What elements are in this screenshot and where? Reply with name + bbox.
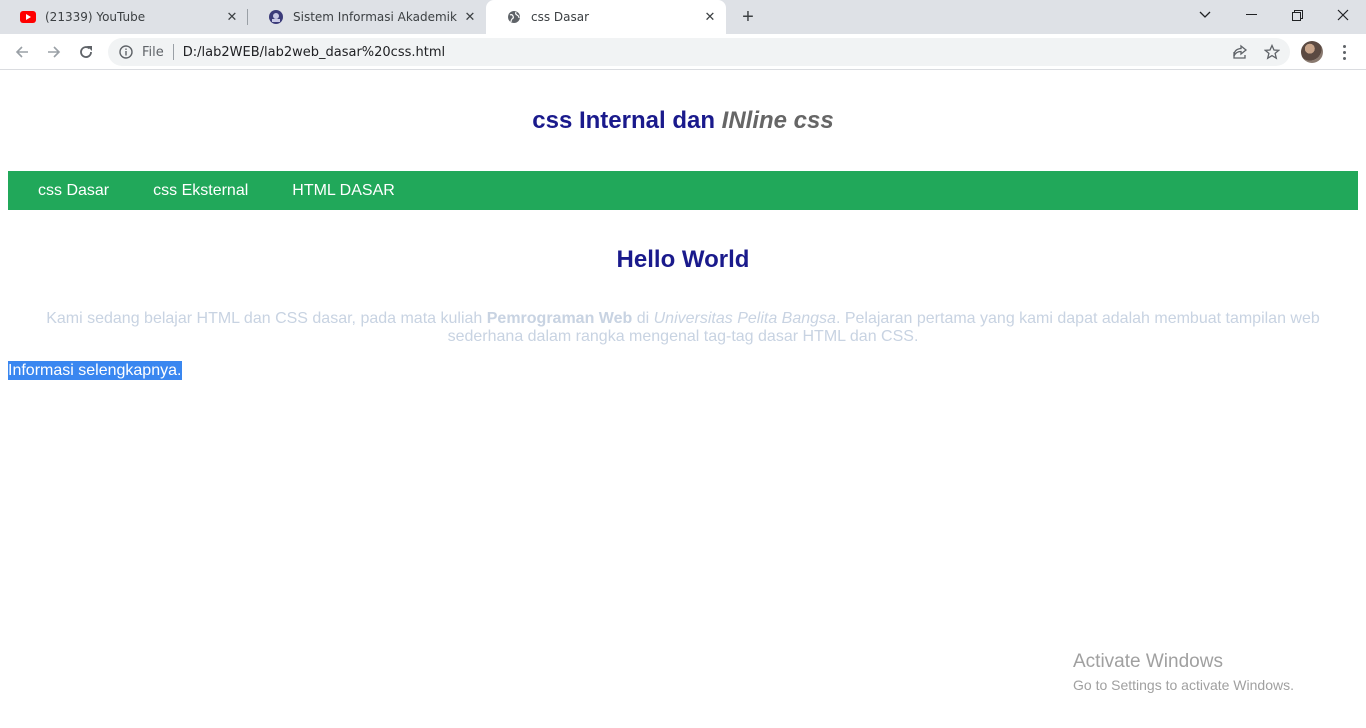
hello-heading: Hello World	[616, 246, 750, 273]
tab-css-dasar[interactable]: css Dasar ✕	[486, 0, 726, 34]
forward-button[interactable]	[40, 38, 68, 66]
page-title-main: css Internal dan	[532, 107, 715, 134]
url-scheme: File	[142, 44, 164, 60]
nav-link-css-eksternal[interactable]: css Eksternal	[153, 182, 248, 200]
tab-youtube[interactable]: (21339) YouTube ✕	[0, 0, 248, 34]
tab-title: Sistem Informasi Akademik	[293, 10, 457, 24]
paragraph-bold: Pemrograman Web	[486, 310, 633, 327]
close-tab-icon[interactable]: ✕	[224, 9, 240, 25]
reload-button[interactable]	[72, 38, 100, 66]
watermark-subtitle: Go to Settings to activate Windows.	[1073, 677, 1294, 693]
paragraph-text-2: di	[632, 310, 654, 327]
globe-icon	[506, 9, 522, 25]
more-info-link[interactable]: Informasi selengkapnya.	[8, 361, 183, 380]
bookmark-star-icon[interactable]	[1258, 38, 1286, 66]
restore-button[interactable]	[1274, 0, 1320, 30]
page-content: css Internal dan INline css css Dasar cs…	[0, 71, 1366, 728]
site-navbar: css Dasar css Eksternal HTML DASAR	[8, 171, 1358, 210]
minimize-button[interactable]	[1228, 0, 1274, 30]
paragraph-italic: Universitas Pelita Bangsa	[653, 310, 836, 327]
tab-siakad[interactable]: Sistem Informasi Akademik ✕	[248, 0, 486, 34]
tab-title: (21339) YouTube	[45, 10, 146, 24]
tab-title: css Dasar	[531, 10, 590, 24]
url-text[interactable]: D:/lab2WEB/lab2web_dasar%20css.html	[183, 45, 445, 60]
tab-strip: (21339) YouTube ✕ Sistem Informasi Akade…	[0, 0, 1366, 34]
info-icon[interactable]	[118, 44, 134, 60]
close-window-button[interactable]	[1320, 0, 1366, 30]
paragraph-text-1: Kami sedang belajar HTML dan CSS dasar, …	[46, 310, 487, 327]
browser-toolbar: File D:/lab2WEB/lab2web_dasar%20css.html	[0, 34, 1366, 70]
address-bar[interactable]: File D:/lab2WEB/lab2web_dasar%20css.html	[108, 38, 1290, 66]
address-divider	[172, 44, 174, 60]
page-title-italic: INline css	[721, 107, 834, 134]
close-tab-icon[interactable]: ✕	[702, 9, 718, 25]
more-menu-icon[interactable]	[1334, 40, 1354, 64]
intro-paragraph: Kami sedang belajar HTML dan CSS dasar, …	[30, 310, 1336, 346]
youtube-icon	[20, 9, 36, 25]
page-title: css Internal dan INline css	[0, 107, 1366, 135]
nav-link-html-dasar[interactable]: HTML DASAR	[292, 182, 395, 200]
close-tab-icon[interactable]: ✕	[462, 9, 478, 25]
windows-activation-watermark: Activate Windows Go to Settings to activ…	[1073, 651, 1294, 693]
new-tab-button[interactable]: +	[736, 6, 760, 28]
tab-search-icon[interactable]	[1182, 0, 1228, 30]
profile-avatar[interactable]	[1301, 41, 1323, 63]
university-icon	[268, 9, 284, 25]
watermark-title: Activate Windows	[1073, 651, 1223, 672]
nav-link-css-dasar[interactable]: css Dasar	[38, 182, 109, 200]
share-icon[interactable]	[1226, 38, 1254, 66]
back-button[interactable]	[8, 38, 36, 66]
